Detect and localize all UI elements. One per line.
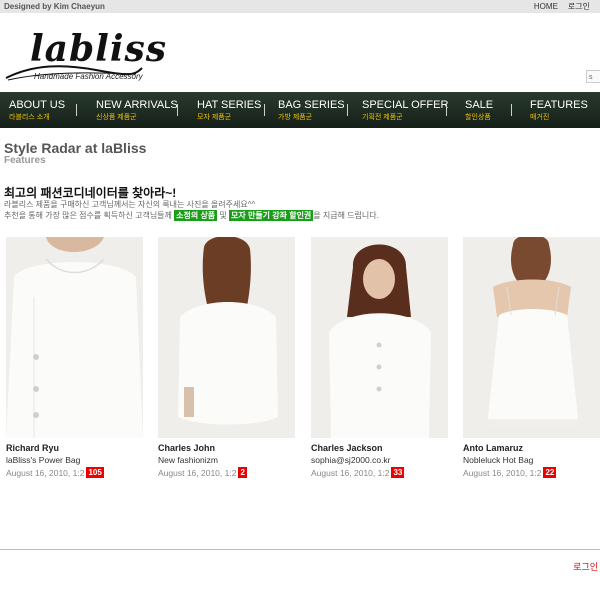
home-link[interactable]: HOME — [534, 0, 558, 13]
nav-divider — [76, 104, 77, 116]
designer-credit: Designed by Kim Chaeyun — [4, 2, 105, 11]
card-author: Charles Jackson — [311, 443, 383, 453]
top-bar: Designed by Kim Chaeyun HOME 로그인 — [0, 0, 600, 13]
card-date: August 16, 2010, 1:2 — [158, 467, 237, 478]
card-meta: August 16, 2010, 1:2 22 — [463, 467, 600, 478]
nav-label: NEW ARRIVALS — [96, 99, 178, 111]
nav-sublabel: 매거진 — [530, 114, 550, 121]
promo-highlight-coupon: 모자 만들기 강좌 할인권 — [229, 210, 314, 221]
page-subtitle: Features — [4, 155, 46, 166]
comment-count-badge: 2 — [238, 467, 247, 478]
nav-divider — [347, 104, 348, 116]
nav-label: BAG SERIES — [278, 99, 345, 111]
nav-item-new-arrivals[interactable]: NEW ARRIVALS 신상품 제품군 — [96, 99, 178, 122]
nav-divider — [264, 104, 265, 116]
card-meta: August 16, 2010, 1:2 105 — [6, 467, 143, 478]
search-input[interactable]: s — [586, 70, 600, 83]
nav-sublabel: 신상품 제품군 — [96, 114, 137, 121]
top-links: HOME 로그인 — [534, 0, 590, 13]
brand-tagline: Handmade Fashion Accessory — [34, 72, 143, 81]
model-photo-image — [463, 237, 600, 438]
nav-divider — [177, 104, 178, 116]
card-meta: August 16, 2010, 1:2 2 — [158, 467, 295, 478]
model-photo-image — [158, 237, 295, 438]
nav-label: ABOUT US — [9, 99, 66, 111]
feature-photo[interactable] — [6, 237, 143, 438]
footer-divider — [0, 549, 600, 550]
nav-label: SALE — [465, 99, 494, 111]
comment-count-badge: 22 — [543, 467, 557, 478]
nav-sublabel: 기획전 제품군 — [362, 114, 403, 121]
nav-item-bag-series[interactable]: BAG SERIES 가방 제품군 — [278, 99, 345, 122]
footer-login-link[interactable]: 로그인 — [573, 560, 598, 573]
model-photo-image — [311, 237, 448, 438]
feature-photo[interactable] — [311, 237, 448, 438]
feature-card[interactable]: Anto Lamaruz Nobleluck Hot Bag August 16… — [463, 237, 600, 478]
page-title: Style Radar at laBliss — [4, 140, 147, 156]
card-author: Anto Lamaruz — [463, 443, 524, 453]
feature-card[interactable]: Charles John New fashionizm August 16, 2… — [158, 237, 295, 478]
card-title[interactable]: Nobleluck Hot Bag — [463, 455, 600, 465]
feature-card[interactable]: Charles Jackson sophia@sj2000.co.kr Augu… — [311, 237, 448, 478]
promo-text: 추천을 통해 가장 많은 점수를 획득하신 고객님들께 — [4, 211, 172, 220]
login-link[interactable]: 로그인 — [568, 0, 590, 13]
card-title[interactable]: New fashionizm — [158, 455, 295, 465]
promo-highlight-gift: 소정의 상품 — [174, 210, 218, 221]
nav-divider — [446, 104, 447, 116]
promo-text: 및 — [219, 211, 227, 220]
nav-sublabel: 할인상품 — [465, 114, 491, 121]
card-author: Richard Ryu — [6, 443, 60, 453]
card-author: Charles John — [158, 443, 216, 453]
main-nav: ABOUT US 라블리스 소개 NEW ARRIVALS 신상품 제품군 HA… — [0, 92, 600, 128]
nav-sublabel: 가방 제품군 — [278, 114, 313, 121]
feature-photo[interactable] — [158, 237, 295, 438]
nav-item-hat-series[interactable]: HAT SERIES 모자 제품군 — [197, 99, 261, 122]
card-date: August 16, 2010, 1:2 — [6, 467, 85, 478]
nav-divider — [511, 104, 512, 116]
model-photo-image — [6, 237, 143, 438]
card-title[interactable]: laBliss's Power Bag — [6, 455, 143, 465]
promo-line2: 추천을 통해 가장 많은 점수를 획득하신 고객님들께 소정의 상품 및 모자 … — [4, 210, 379, 221]
nav-label: FEATURES — [530, 99, 588, 111]
feature-photo[interactable] — [463, 237, 600, 438]
comment-count-badge: 33 — [391, 467, 405, 478]
nav-sublabel: 모자 제품군 — [197, 114, 232, 121]
card-title[interactable]: sophia@sj2000.co.kr — [311, 455, 448, 465]
nav-item-sale[interactable]: SALE 할인상품 — [465, 99, 493, 122]
nav-item-special-offer[interactable]: SPECIAL OFFER 기획전 제품군 — [362, 99, 448, 122]
promo-text: 을 지급해 드립니다. — [313, 211, 379, 220]
card-meta: August 16, 2010, 1:2 33 — [311, 467, 448, 478]
nav-label: SPECIAL OFFER — [362, 99, 449, 111]
nav-sublabel: 라블리스 소개 — [9, 114, 50, 121]
nav-label: HAT SERIES — [197, 99, 262, 111]
brand-logo[interactable]: labliss Handmade Fashion Accessory — [4, 28, 166, 88]
promo-line1: 라블리스 제품을 구매하신 고객님께서는 자신의 룩내는 사진을 올려주세요^^ — [4, 200, 256, 209]
feature-card[interactable]: Richard Ryu laBliss's Power Bag August 1… — [6, 237, 143, 478]
nav-item-features[interactable]: FEATURES 매거진 — [530, 99, 588, 122]
card-date: August 16, 2010, 1:2 — [311, 467, 390, 478]
nav-item-about-us[interactable]: ABOUT US 라블리스 소개 — [9, 99, 65, 122]
comment-count-badge: 105 — [86, 467, 104, 478]
card-date: August 16, 2010, 1:2 — [463, 467, 542, 478]
